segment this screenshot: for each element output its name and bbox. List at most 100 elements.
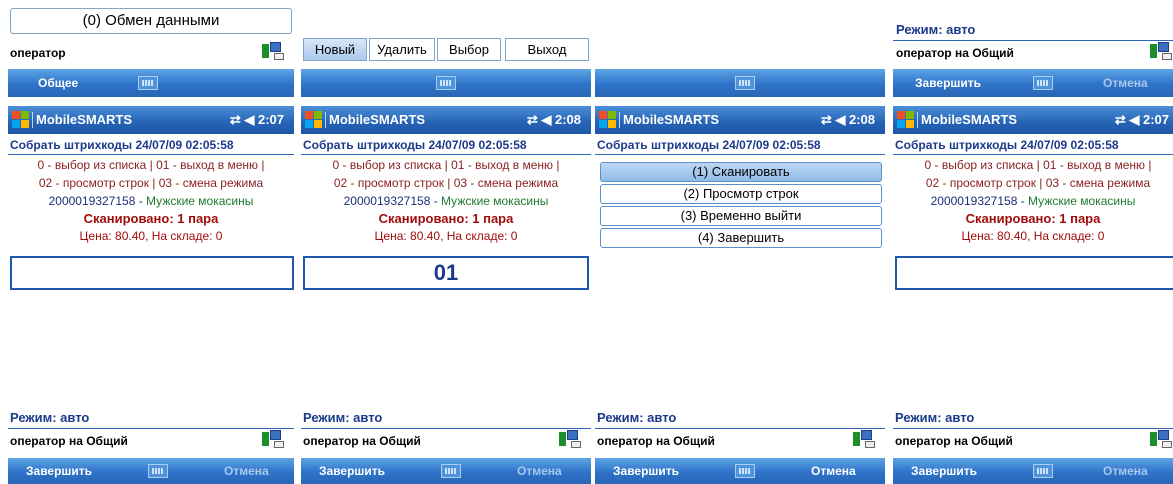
- product-name: Мужские мокасины: [1028, 194, 1136, 208]
- softkey-cancel[interactable]: Отмена: [517, 458, 562, 484]
- document-title: Собрать штрихкоды 24/07/09 02:05:58: [303, 138, 527, 152]
- softkey-finish[interactable]: Завершить: [613, 458, 679, 484]
- exchange-data-button[interactable]: (0) Обмен данными: [10, 8, 292, 34]
- barcode: 2000019327158 -: [343, 194, 438, 208]
- title-bar: MobileSMARTS ⇄ ◀︎ 2:07: [893, 106, 1173, 134]
- title-bar: MobileSMARTS ⇄ ◀︎ 2:07: [8, 106, 294, 134]
- softkey-finish[interactable]: Завершить: [915, 69, 981, 97]
- network-icon: [1150, 430, 1172, 448]
- softkey-bar: Завершить Отмена: [893, 458, 1173, 484]
- keyboard-icon[interactable]: [138, 76, 158, 90]
- softkey-cancel[interactable]: Отмена: [224, 458, 269, 484]
- network-icon: [1150, 42, 1172, 60]
- mode-label: Режим: авто: [896, 22, 976, 37]
- keyboard-icon[interactable]: [148, 464, 168, 478]
- app-name: MobileSMARTS: [623, 112, 720, 127]
- tray-status[interactable]: ⇄ ◀︎ 2:08: [821, 106, 875, 134]
- toolbar-new-button[interactable]: Новый: [303, 38, 367, 61]
- softkey-finish[interactable]: Завершить: [319, 458, 385, 484]
- price-stock: Цена: 80.40, На складе: 0: [374, 229, 518, 243]
- keyboard-icon[interactable]: [1033, 76, 1053, 90]
- barcode: 2000019327158 -: [930, 194, 1025, 208]
- softkey-bar: Завершить Отмена: [8, 458, 294, 484]
- softkey-general[interactable]: Общее: [38, 69, 78, 97]
- document-title: Собрать штрихкоды 24/07/09 02:05:58: [10, 138, 234, 152]
- document-title: Собрать штрихкоды 24/07/09 02:05:58: [895, 138, 1119, 152]
- help-line-1: 0 - выбор из списка | 01 - выход в меню …: [37, 158, 265, 172]
- divider: [893, 154, 1173, 155]
- keyboard-icon[interactable]: [735, 76, 755, 90]
- menu-item-scan[interactable]: (1) Сканировать: [600, 162, 882, 182]
- operator-label: оператор на Общий: [10, 434, 128, 448]
- divider: [8, 154, 294, 155]
- tray-status[interactable]: ⇄ ◀︎ 2:07: [230, 106, 284, 134]
- scanned-count: Сканировано: 1 пара: [965, 211, 1101, 226]
- scan-input[interactable]: [10, 256, 294, 290]
- keyboard-icon[interactable]: [1033, 464, 1053, 478]
- windows-start-icon[interactable]: [897, 111, 915, 129]
- divider: [595, 428, 885, 429]
- product-line: 2000019327158 - Мужские мокасины: [8, 194, 294, 208]
- windows-start-icon[interactable]: [305, 111, 323, 129]
- clock: 2:07: [257, 112, 284, 127]
- network-icon: [262, 42, 284, 60]
- softkey-cancel[interactable]: Отмена: [1103, 69, 1148, 97]
- clock: 2:07: [1142, 112, 1169, 127]
- keyboard-icon[interactable]: [436, 76, 456, 90]
- scanned-count: Сканировано: 1 пара: [83, 211, 219, 226]
- operator-label: оператор на Общий: [597, 434, 715, 448]
- menu-item-temp-exit[interactable]: (3) Временно выйти: [600, 206, 882, 226]
- document-title: Собрать штрихкоды 24/07/09 02:05:58: [597, 138, 821, 152]
- softkey-cancel[interactable]: Отмена: [811, 458, 856, 484]
- toolbar-exit-button[interactable]: Выход: [505, 38, 589, 61]
- price-stock: Цена: 80.40, На складе: 0: [79, 229, 223, 243]
- keyboard-icon[interactable]: [735, 464, 755, 478]
- softkey-cancel[interactable]: Отмена: [1103, 458, 1148, 484]
- clock: 2:08: [848, 112, 875, 127]
- divider: [893, 428, 1173, 429]
- keyboard-icon[interactable]: [441, 464, 461, 478]
- softkey-bar: Общее: [8, 69, 294, 97]
- mode-label: Режим: авто: [303, 410, 383, 425]
- divider: [595, 154, 885, 155]
- tray-status[interactable]: ⇄ ◀︎ 2:07: [1115, 106, 1169, 134]
- operator-label: оператор на Общий: [895, 434, 1013, 448]
- mode-label: Режим: авто: [597, 410, 677, 425]
- softkey-finish[interactable]: Завершить: [911, 458, 977, 484]
- windows-start-icon[interactable]: [12, 111, 30, 129]
- network-icon: [559, 430, 581, 448]
- product-line: 2000019327158 - Мужские мокасины: [301, 194, 591, 208]
- softkey-bar: Завершить Отмена: [595, 458, 885, 484]
- app-name: MobileSMARTS: [921, 112, 1018, 127]
- product-line: 2000019327158 - Мужские мокасины: [893, 194, 1173, 208]
- divider: [8, 428, 294, 429]
- title-bar: MobileSMARTS ⇄ ◀︎ 2:08: [301, 106, 591, 134]
- menu-item-view-rows[interactable]: (2) Просмотр строк: [600, 184, 882, 204]
- windows-start-icon[interactable]: [599, 111, 617, 129]
- softkey-bar: [595, 69, 885, 97]
- help-line-1: 0 - выбор из списка | 01 - выход в меню …: [332, 158, 560, 172]
- scan-input[interactable]: [895, 256, 1173, 290]
- scan-input[interactable]: 01: [303, 256, 589, 290]
- divider: [893, 40, 1173, 41]
- network-icon: [853, 430, 875, 448]
- mode-label: Режим: авто: [10, 410, 90, 425]
- product-name: Мужские мокасины: [146, 194, 254, 208]
- help-line-2: 02 - просмотр строк | 03 - смена режима: [333, 176, 559, 190]
- barcode: 2000019327158 -: [48, 194, 143, 208]
- help-line-2: 02 - просмотр строк | 03 - смена режима: [925, 176, 1151, 190]
- app-name: MobileSMARTS: [329, 112, 426, 127]
- operator-label: оператор: [10, 46, 66, 60]
- price-stock: Цена: 80.40, На складе: 0: [961, 229, 1105, 243]
- tray-status[interactable]: ⇄ ◀︎ 2:08: [527, 106, 581, 134]
- divider: [301, 428, 591, 429]
- menu-item-finish[interactable]: (4) Завершить: [600, 228, 882, 248]
- product-name: Мужские мокасины: [441, 194, 549, 208]
- operator-label: оператор на Общий: [896, 46, 1014, 60]
- scanned-count: Сканировано: 1 пара: [378, 211, 514, 226]
- toolbar-delete-button[interactable]: Удалить: [369, 38, 435, 61]
- softkey-finish[interactable]: Завершить: [26, 458, 92, 484]
- app-name: MobileSMARTS: [36, 112, 133, 127]
- mode-label: Режим: авто: [895, 410, 975, 425]
- toolbar-select-button[interactable]: Выбор: [437, 38, 501, 61]
